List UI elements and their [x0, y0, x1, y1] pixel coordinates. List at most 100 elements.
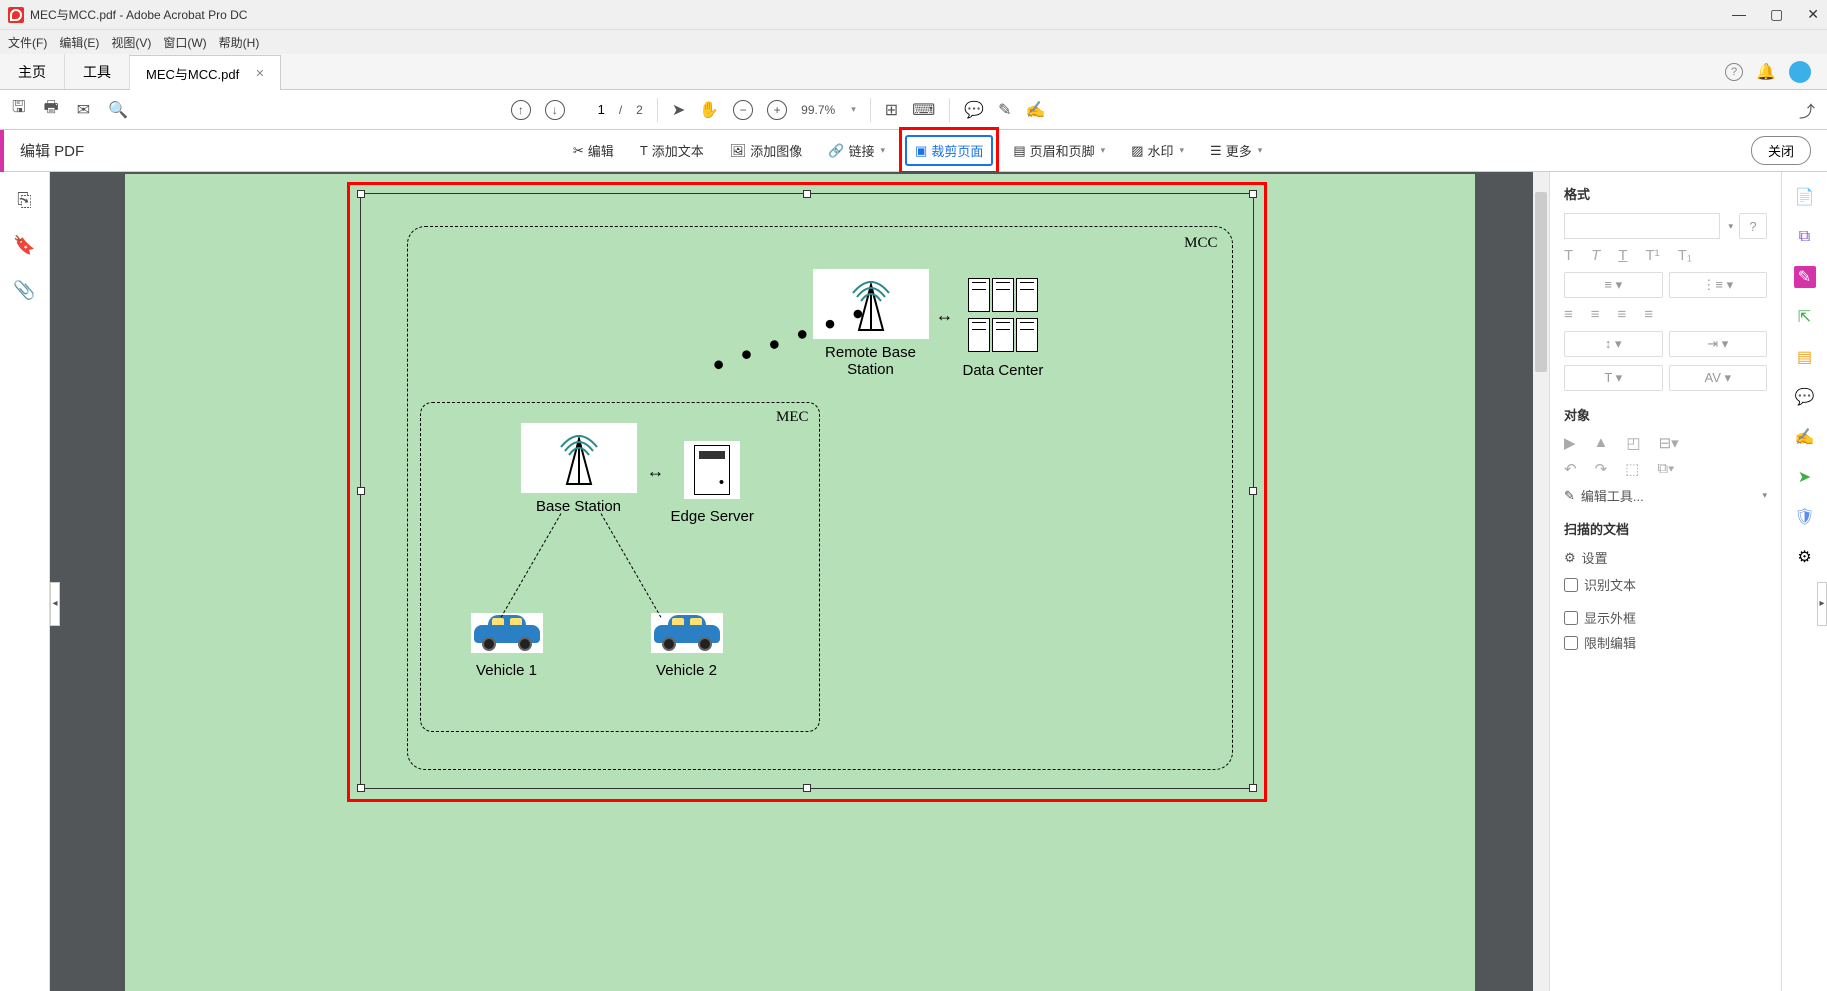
save-icon[interactable]: 🖫 — [12, 96, 26, 123]
crop-obj-icon[interactable]: ◰ — [1626, 434, 1640, 452]
help-icon[interactable]: ? — [1725, 63, 1743, 81]
tool-add-image[interactable]: 🖼 添加图像 — [724, 137, 809, 164]
notifications-icon[interactable]: 🔔 — [1757, 63, 1775, 81]
fit-width-icon[interactable]: ⊞ — [885, 100, 898, 120]
menu-view[interactable]: 视图(V) — [111, 34, 151, 51]
combine-icon[interactable]: ⧉ — [1794, 226, 1816, 248]
fill-sign-icon[interactable]: ✍ — [1794, 426, 1816, 448]
edit-pdf-icon[interactable]: ✎ — [1794, 266, 1816, 288]
collapse-left-button[interactable]: ◂ — [50, 582, 60, 626]
organize-icon[interactable]: ▤ — [1794, 346, 1816, 368]
page-down-icon[interactable]: ↓ — [545, 100, 565, 120]
font-help-button[interactable]: ? — [1739, 213, 1767, 239]
crop-handle-tl[interactable] — [357, 190, 365, 198]
zoom-level[interactable]: 99.7% — [801, 103, 835, 117]
align-center-icon[interactable]: ≡ — [1591, 306, 1600, 323]
protect-icon[interactable]: 🛡 — [1794, 506, 1816, 528]
crop-handle-mr[interactable] — [1249, 487, 1257, 495]
close-button[interactable]: ✕ — [1807, 6, 1819, 23]
comment-icon[interactable]: 💬 — [964, 100, 984, 120]
tool-add-text[interactable]: T 添加文本 — [634, 137, 710, 164]
main-area: ⎘ 🔖 📎 ◂ MCC — [0, 172, 1827, 991]
more-tools-icon[interactable]: ⚙ — [1794, 546, 1816, 568]
restrict-checkbox[interactable]: 限制编辑 — [1564, 633, 1767, 652]
replace-icon[interactable]: ⬚ — [1625, 460, 1639, 478]
align-right-icon[interactable]: ≡ — [1618, 306, 1627, 323]
crop-handle-bm[interactable] — [803, 784, 811, 792]
tab-active-file[interactable]: MEC与MCC.pdf ✕ — [130, 55, 281, 90]
minimize-button[interactable]: — — [1732, 6, 1746, 23]
align-obj-icon[interactable]: ⊟▾ — [1659, 434, 1679, 452]
line-spacing-button[interactable]: ↕ ▾ — [1564, 331, 1663, 357]
crop-handle-tr[interactable] — [1249, 190, 1257, 198]
menu-edit[interactable]: 编辑(E) — [59, 34, 99, 51]
tool-link[interactable]: 🔗 链接▾ — [822, 137, 891, 164]
show-box-checkbox[interactable]: 显示外框 — [1564, 608, 1767, 627]
menu-file[interactable]: 文件(F) — [8, 34, 47, 51]
crop-selection[interactable]: MCC Remote Base Station — [360, 193, 1254, 789]
search-icon[interactable]: 🔍 — [108, 100, 128, 120]
tab-close-icon[interactable]: ✕ — [255, 67, 264, 80]
crop-handle-bl[interactable] — [357, 784, 365, 792]
zoom-out-icon[interactable]: − — [733, 100, 753, 120]
page-up-icon[interactable]: ↑ — [511, 100, 531, 120]
window-controls: — ▢ ✕ — [1732, 6, 1819, 23]
ocr-checkbox[interactable]: 识别文本 — [1564, 575, 1767, 594]
tool-watermark[interactable]: ▨ 水印▾ — [1125, 137, 1190, 164]
page-current-input[interactable] — [579, 102, 605, 117]
flip-h-icon[interactable]: ▶ — [1564, 434, 1576, 452]
tool-more[interactable]: ☰ 更多▾ — [1204, 137, 1268, 164]
vertical-scrollbar[interactable] — [1533, 172, 1549, 991]
export-icon[interactable]: ⇱ — [1794, 306, 1816, 328]
arrow-bs-v2 — [600, 513, 661, 617]
tool-edit[interactable]: ✂ 编辑 — [567, 137, 620, 164]
menu-window[interactable]: 窗口(W) — [163, 34, 206, 51]
text-underline-icon[interactable]: T — [1618, 247, 1627, 264]
select-tool-icon[interactable]: ➤ — [672, 100, 685, 120]
close-editbar-button[interactable]: 关闭 — [1751, 136, 1811, 165]
text-super-icon[interactable]: T¹ — [1646, 247, 1660, 264]
text-color-button[interactable]: T ▾ — [1564, 365, 1663, 391]
fit-page-icon[interactable]: ⌨ — [912, 100, 935, 120]
text-sub-icon[interactable]: T₁ — [1678, 247, 1692, 264]
arrange-icon[interactable]: ⧉▾ — [1657, 460, 1674, 478]
user-avatar[interactable] — [1789, 61, 1811, 83]
bookmarks-icon[interactable]: 🔖 — [13, 235, 35, 256]
print-icon[interactable]: 🖶 — [44, 96, 59, 123]
menu-help[interactable]: 帮助(H) — [219, 34, 260, 51]
text-italic-icon[interactable]: T — [1591, 247, 1600, 264]
rotate-ccw-icon[interactable]: ↶ — [1564, 460, 1577, 478]
comment-tool-icon[interactable]: 💬 — [1794, 386, 1816, 408]
thumbnails-icon[interactable]: ⎘ — [17, 190, 31, 211]
zoom-in-icon[interactable]: + — [767, 100, 787, 120]
indent-button[interactable]: ⇥ ▾ — [1669, 331, 1768, 357]
tab-home[interactable]: 主页 — [0, 54, 65, 89]
align-left-icon[interactable]: ≡ — [1564, 306, 1573, 323]
settings-label[interactable]: 设置 — [1582, 548, 1608, 567]
hand-tool-icon[interactable]: ✋ — [699, 100, 719, 120]
crop-handle-br[interactable] — [1249, 784, 1257, 792]
document-viewport[interactable]: MCC Remote Base Station — [50, 172, 1549, 991]
crop-handle-ml[interactable] — [357, 487, 365, 495]
attachments-icon[interactable]: 📎 — [13, 280, 35, 301]
text-plain-icon[interactable]: T — [1564, 247, 1573, 264]
tab-tools[interactable]: 工具 — [65, 54, 130, 89]
window-title: MEC与MCC.pdf - Adobe Acrobat Pro DC — [30, 6, 247, 23]
share-icon[interactable]: ⤴ — [1799, 98, 1815, 122]
highlight-icon[interactable]: ✎ — [998, 100, 1011, 120]
create-pdf-icon[interactable]: 📄 — [1794, 186, 1816, 208]
flip-v-icon[interactable]: ▲ — [1594, 434, 1609, 452]
maximize-button[interactable]: ▢ — [1770, 6, 1783, 23]
rotate-cw-icon[interactable]: ↷ — [1595, 460, 1608, 478]
font-family-select[interactable] — [1564, 213, 1720, 239]
email-icon[interactable]: ✉ — [77, 100, 90, 120]
char-spacing-button[interactable]: AV ▾ — [1669, 365, 1768, 391]
tool-header-footer[interactable]: ▤ 页眉和页脚▾ — [1007, 137, 1111, 164]
crop-handle-tm[interactable] — [803, 190, 811, 198]
sign-icon[interactable]: ✍ — [1026, 100, 1046, 120]
list-bullet-button[interactable]: ≡ ▾ — [1564, 272, 1663, 298]
edit-tool-label[interactable]: 编辑工具... — [1581, 486, 1644, 505]
list-number-button[interactable]: ⋮≡ ▾ — [1669, 272, 1768, 298]
send-icon[interactable]: ➤ — [1794, 466, 1816, 488]
align-justify-icon[interactable]: ≡ — [1644, 306, 1653, 323]
